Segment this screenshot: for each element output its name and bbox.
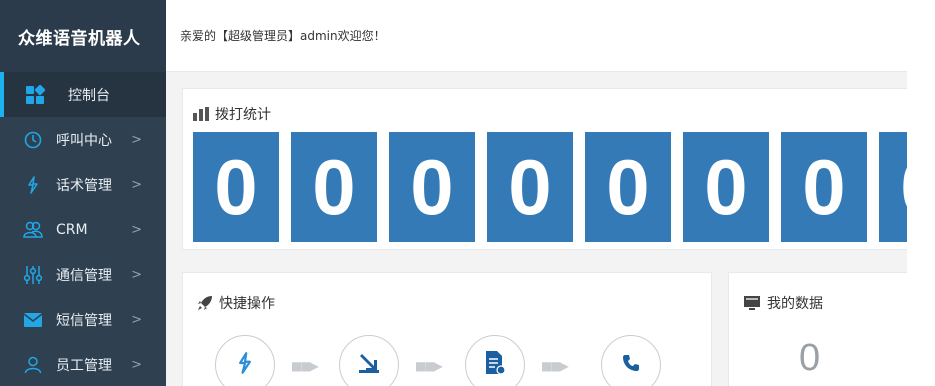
sidebar-item-label: CRM [56, 221, 88, 238]
counter-digit: 0 [585, 132, 671, 242]
sidebar-item-crm[interactable]: CRM > [0, 207, 166, 252]
sidebar-item-label: 短信管理 [56, 312, 112, 329]
counter-digit: 0 [389, 132, 475, 242]
chevron-right-icon: > [131, 267, 142, 282]
arrow-right-icon: ■■▶ [415, 359, 443, 373]
quick-actions-panel: 快捷操作 ■■▶ ■■▶ ■■▶ [182, 272, 712, 386]
top-header: 亲爱的【超级管理员】admin欢迎您！ [166, 0, 907, 72]
arrow-right-icon: ■■▶ [291, 359, 319, 373]
my-data-panel: 我的数据 0 [728, 272, 918, 386]
app-brand: 众维语音机器人 [0, 0, 166, 72]
bar-chart-icon [193, 107, 209, 121]
call-stats-panel: 拨打统计 0 0 0 0 0 0 0 0 [182, 88, 923, 250]
panel-title-text: 我的数据 [767, 296, 823, 312]
sidebar: 众维语音机器人 控制台 呼叫中心 > 话术管理 > CRM > 通信管理 > 短… [0, 0, 166, 386]
counter-digit: 0 [683, 132, 769, 242]
chevron-right-icon: > [131, 312, 142, 327]
my-data-value: 0 [799, 337, 821, 379]
sidebar-item-label: 话术管理 [56, 177, 112, 194]
counter-digit: 0 [291, 132, 377, 242]
lightning-icon [22, 174, 44, 196]
counter-digit: 0 [781, 132, 867, 242]
my-data-title: 我的数据 [743, 293, 823, 313]
sidebar-item-staff-management[interactable]: 员工管理 > [0, 342, 166, 386]
envelope-icon [22, 309, 44, 331]
panel-title-text: 拨打统计 [215, 107, 271, 123]
document-gear-icon [484, 350, 506, 380]
chevron-right-icon: > [131, 177, 142, 192]
chevron-right-icon: > [131, 357, 142, 372]
import-arrow-icon [357, 351, 381, 379]
right-gutter [907, 0, 935, 386]
chevron-right-icon: > [131, 222, 142, 237]
sidebar-item-label: 控制台 [68, 87, 110, 104]
sidebar-item-dashboard[interactable]: 控制台 [0, 72, 166, 117]
user-icon [22, 354, 44, 376]
quick-action-import-button[interactable] [339, 335, 399, 386]
users-icon [22, 219, 44, 241]
sidebar-item-label: 员工管理 [56, 357, 112, 374]
clock-icon [22, 129, 44, 151]
quick-action-document-button[interactable] [465, 335, 525, 386]
lightning-icon [234, 351, 256, 379]
sidebar-item-script-management[interactable]: 话术管理 > [0, 162, 166, 207]
sidebar-item-sms-management[interactable]: 短信管理 > [0, 297, 166, 342]
sidebar-item-call-center[interactable]: 呼叫中心 > [0, 117, 166, 162]
main-content: 亲爱的【超级管理员】admin欢迎您！ 拨打统计 0 0 0 0 0 0 0 0 [166, 0, 923, 386]
sidebar-item-label: 呼叫中心 [56, 132, 112, 149]
counter-digit: 0 [487, 132, 573, 242]
call-stats-title: 拨打统计 [193, 104, 271, 124]
rocket-icon [197, 295, 213, 311]
call-counter: 0 0 0 0 0 0 0 0 [193, 132, 913, 242]
quick-actions-title: 快捷操作 [197, 293, 275, 313]
welcome-text: 亲爱的【超级管理员】admin欢迎您！ [180, 29, 386, 43]
sliders-icon [22, 264, 44, 286]
chevron-right-icon: > [131, 132, 142, 147]
quick-action-call-button[interactable] [601, 335, 661, 386]
panel-title-text: 快捷操作 [219, 296, 275, 312]
phone-icon [621, 353, 641, 377]
sidebar-item-communication-management[interactable]: 通信管理 > [0, 252, 166, 297]
sidebar-item-label: 通信管理 [56, 267, 112, 284]
dashboard-icon [24, 84, 46, 106]
monitor-icon [743, 295, 761, 311]
counter-digit: 0 [193, 132, 279, 242]
arrow-right-icon: ■■▶ [541, 359, 569, 373]
quick-action-script-button[interactable] [215, 335, 275, 386]
